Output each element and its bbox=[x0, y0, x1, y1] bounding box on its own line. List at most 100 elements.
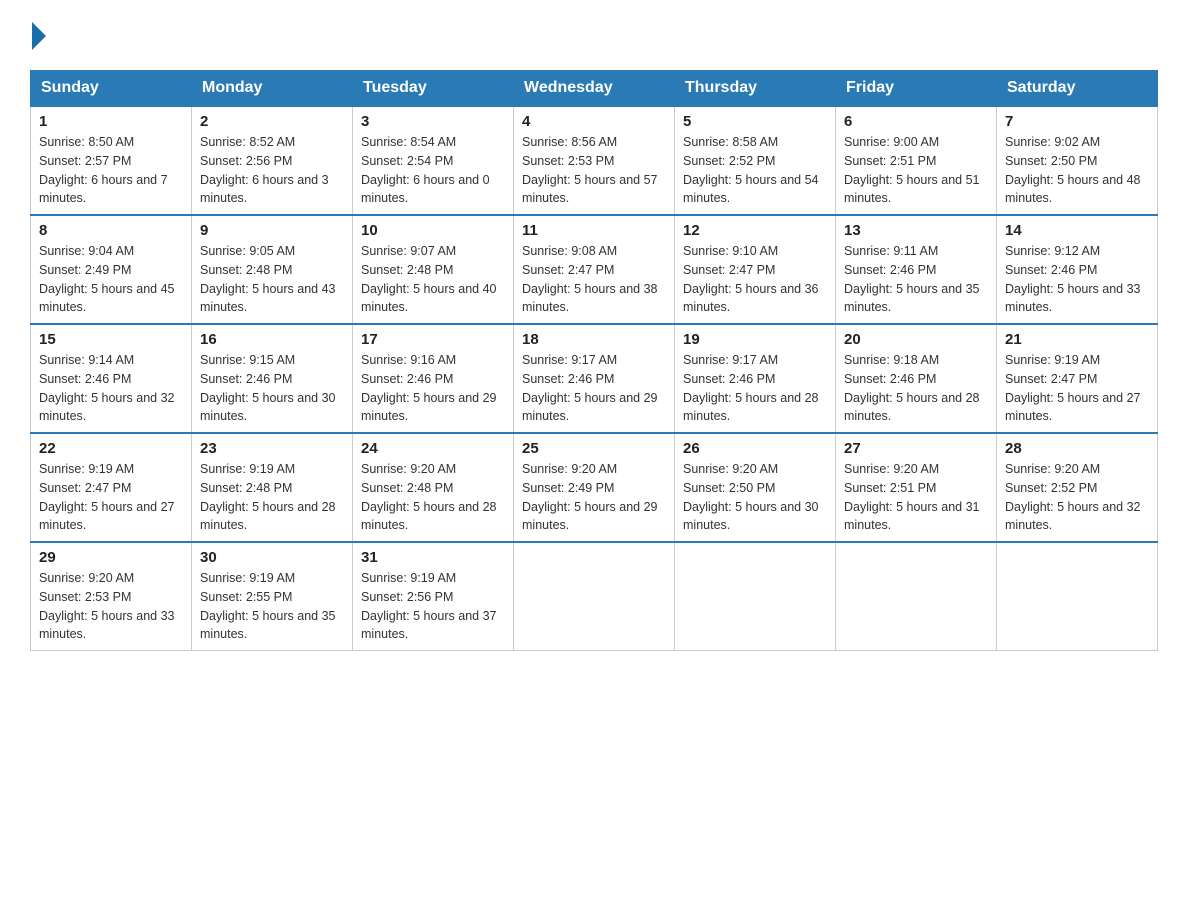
calendar-cell: 17 Sunrise: 9:16 AMSunset: 2:46 PMDaylig… bbox=[353, 324, 514, 433]
calendar-cell: 16 Sunrise: 9:15 AMSunset: 2:46 PMDaylig… bbox=[192, 324, 353, 433]
calendar-cell: 9 Sunrise: 9:05 AMSunset: 2:48 PMDayligh… bbox=[192, 215, 353, 324]
calendar-cell: 11 Sunrise: 9:08 AMSunset: 2:47 PMDaylig… bbox=[514, 215, 675, 324]
weekday-header-thursday: Thursday bbox=[675, 71, 836, 107]
calendar-cell: 25 Sunrise: 9:20 AMSunset: 2:49 PMDaylig… bbox=[514, 433, 675, 542]
calendar-week-row: 8 Sunrise: 9:04 AMSunset: 2:49 PMDayligh… bbox=[31, 215, 1158, 324]
day-number: 29 bbox=[39, 549, 183, 566]
weekday-header-monday: Monday bbox=[192, 71, 353, 107]
day-number: 31 bbox=[361, 549, 505, 566]
day-info: Sunrise: 9:10 AMSunset: 2:47 PMDaylight:… bbox=[683, 244, 819, 314]
day-number: 7 bbox=[1005, 113, 1149, 130]
calendar-cell: 1 Sunrise: 8:50 AMSunset: 2:57 PMDayligh… bbox=[31, 106, 192, 215]
weekday-header-tuesday: Tuesday bbox=[353, 71, 514, 107]
day-info: Sunrise: 9:20 AMSunset: 2:48 PMDaylight:… bbox=[361, 462, 497, 532]
day-number: 11 bbox=[522, 222, 666, 239]
calendar-cell bbox=[514, 542, 675, 651]
day-info: Sunrise: 9:19 AMSunset: 2:55 PMDaylight:… bbox=[200, 571, 336, 641]
day-number: 6 bbox=[844, 113, 988, 130]
day-info: Sunrise: 9:04 AMSunset: 2:49 PMDaylight:… bbox=[39, 244, 175, 314]
day-number: 4 bbox=[522, 113, 666, 130]
calendar-cell: 22 Sunrise: 9:19 AMSunset: 2:47 PMDaylig… bbox=[31, 433, 192, 542]
day-info: Sunrise: 9:00 AMSunset: 2:51 PMDaylight:… bbox=[844, 135, 980, 205]
day-info: Sunrise: 9:20 AMSunset: 2:50 PMDaylight:… bbox=[683, 462, 819, 532]
weekday-header-friday: Friday bbox=[836, 71, 997, 107]
calendar-cell: 12 Sunrise: 9:10 AMSunset: 2:47 PMDaylig… bbox=[675, 215, 836, 324]
day-number: 5 bbox=[683, 113, 827, 130]
logo-arrow-icon bbox=[32, 22, 46, 50]
calendar-cell: 2 Sunrise: 8:52 AMSunset: 2:56 PMDayligh… bbox=[192, 106, 353, 215]
calendar-cell: 28 Sunrise: 9:20 AMSunset: 2:52 PMDaylig… bbox=[997, 433, 1158, 542]
day-number: 10 bbox=[361, 222, 505, 239]
day-info: Sunrise: 8:54 AMSunset: 2:54 PMDaylight:… bbox=[361, 135, 490, 205]
day-number: 16 bbox=[200, 331, 344, 348]
day-number: 15 bbox=[39, 331, 183, 348]
day-info: Sunrise: 9:18 AMSunset: 2:46 PMDaylight:… bbox=[844, 353, 980, 423]
calendar-header-row: SundayMondayTuesdayWednesdayThursdayFrid… bbox=[31, 71, 1158, 107]
calendar-week-row: 1 Sunrise: 8:50 AMSunset: 2:57 PMDayligh… bbox=[31, 106, 1158, 215]
logo bbox=[30, 20, 46, 50]
calendar-week-row: 29 Sunrise: 9:20 AMSunset: 2:53 PMDaylig… bbox=[31, 542, 1158, 651]
day-number: 9 bbox=[200, 222, 344, 239]
calendar-cell: 14 Sunrise: 9:12 AMSunset: 2:46 PMDaylig… bbox=[997, 215, 1158, 324]
calendar-week-row: 15 Sunrise: 9:14 AMSunset: 2:46 PMDaylig… bbox=[31, 324, 1158, 433]
day-info: Sunrise: 8:50 AMSunset: 2:57 PMDaylight:… bbox=[39, 135, 168, 205]
weekday-header-wednesday: Wednesday bbox=[514, 71, 675, 107]
day-info: Sunrise: 8:56 AMSunset: 2:53 PMDaylight:… bbox=[522, 135, 658, 205]
day-number: 30 bbox=[200, 549, 344, 566]
weekday-header-saturday: Saturday bbox=[997, 71, 1158, 107]
day-number: 25 bbox=[522, 440, 666, 457]
calendar-cell: 8 Sunrise: 9:04 AMSunset: 2:49 PMDayligh… bbox=[31, 215, 192, 324]
day-info: Sunrise: 9:20 AMSunset: 2:51 PMDaylight:… bbox=[844, 462, 980, 532]
day-info: Sunrise: 9:14 AMSunset: 2:46 PMDaylight:… bbox=[39, 353, 175, 423]
day-number: 17 bbox=[361, 331, 505, 348]
calendar-cell: 18 Sunrise: 9:17 AMSunset: 2:46 PMDaylig… bbox=[514, 324, 675, 433]
calendar-cell bbox=[997, 542, 1158, 651]
day-number: 14 bbox=[1005, 222, 1149, 239]
day-number: 12 bbox=[683, 222, 827, 239]
calendar-cell: 20 Sunrise: 9:18 AMSunset: 2:46 PMDaylig… bbox=[836, 324, 997, 433]
calendar-cell: 13 Sunrise: 9:11 AMSunset: 2:46 PMDaylig… bbox=[836, 215, 997, 324]
calendar-cell bbox=[836, 542, 997, 651]
day-number: 1 bbox=[39, 113, 183, 130]
day-info: Sunrise: 9:20 AMSunset: 2:53 PMDaylight:… bbox=[39, 571, 175, 641]
calendar-cell: 26 Sunrise: 9:20 AMSunset: 2:50 PMDaylig… bbox=[675, 433, 836, 542]
day-number: 8 bbox=[39, 222, 183, 239]
calendar-table: SundayMondayTuesdayWednesdayThursdayFrid… bbox=[30, 70, 1158, 651]
calendar-cell: 31 Sunrise: 9:19 AMSunset: 2:56 PMDaylig… bbox=[353, 542, 514, 651]
weekday-header-sunday: Sunday bbox=[31, 71, 192, 107]
day-number: 27 bbox=[844, 440, 988, 457]
day-number: 3 bbox=[361, 113, 505, 130]
day-info: Sunrise: 9:19 AMSunset: 2:56 PMDaylight:… bbox=[361, 571, 497, 641]
day-info: Sunrise: 9:16 AMSunset: 2:46 PMDaylight:… bbox=[361, 353, 497, 423]
day-number: 23 bbox=[200, 440, 344, 457]
day-number: 19 bbox=[683, 331, 827, 348]
calendar-cell: 15 Sunrise: 9:14 AMSunset: 2:46 PMDaylig… bbox=[31, 324, 192, 433]
calendar-cell: 21 Sunrise: 9:19 AMSunset: 2:47 PMDaylig… bbox=[997, 324, 1158, 433]
calendar-week-row: 22 Sunrise: 9:19 AMSunset: 2:47 PMDaylig… bbox=[31, 433, 1158, 542]
day-number: 20 bbox=[844, 331, 988, 348]
day-info: Sunrise: 9:08 AMSunset: 2:47 PMDaylight:… bbox=[522, 244, 658, 314]
day-info: Sunrise: 9:20 AMSunset: 2:49 PMDaylight:… bbox=[522, 462, 658, 532]
calendar-cell: 7 Sunrise: 9:02 AMSunset: 2:50 PMDayligh… bbox=[997, 106, 1158, 215]
day-info: Sunrise: 9:19 AMSunset: 2:48 PMDaylight:… bbox=[200, 462, 336, 532]
day-number: 24 bbox=[361, 440, 505, 457]
day-info: Sunrise: 9:17 AMSunset: 2:46 PMDaylight:… bbox=[522, 353, 658, 423]
calendar-cell: 30 Sunrise: 9:19 AMSunset: 2:55 PMDaylig… bbox=[192, 542, 353, 651]
day-info: Sunrise: 9:19 AMSunset: 2:47 PMDaylight:… bbox=[39, 462, 175, 532]
page-header bbox=[30, 20, 1158, 50]
calendar-cell: 27 Sunrise: 9:20 AMSunset: 2:51 PMDaylig… bbox=[836, 433, 997, 542]
day-info: Sunrise: 9:02 AMSunset: 2:50 PMDaylight:… bbox=[1005, 135, 1141, 205]
day-number: 18 bbox=[522, 331, 666, 348]
day-number: 28 bbox=[1005, 440, 1149, 457]
day-info: Sunrise: 8:52 AMSunset: 2:56 PMDaylight:… bbox=[200, 135, 329, 205]
day-info: Sunrise: 9:20 AMSunset: 2:52 PMDaylight:… bbox=[1005, 462, 1141, 532]
day-number: 22 bbox=[39, 440, 183, 457]
calendar-cell: 19 Sunrise: 9:17 AMSunset: 2:46 PMDaylig… bbox=[675, 324, 836, 433]
day-info: Sunrise: 9:11 AMSunset: 2:46 PMDaylight:… bbox=[844, 244, 980, 314]
day-number: 2 bbox=[200, 113, 344, 130]
calendar-cell: 29 Sunrise: 9:20 AMSunset: 2:53 PMDaylig… bbox=[31, 542, 192, 651]
day-number: 21 bbox=[1005, 331, 1149, 348]
day-info: Sunrise: 9:07 AMSunset: 2:48 PMDaylight:… bbox=[361, 244, 497, 314]
day-info: Sunrise: 9:05 AMSunset: 2:48 PMDaylight:… bbox=[200, 244, 336, 314]
calendar-cell: 3 Sunrise: 8:54 AMSunset: 2:54 PMDayligh… bbox=[353, 106, 514, 215]
